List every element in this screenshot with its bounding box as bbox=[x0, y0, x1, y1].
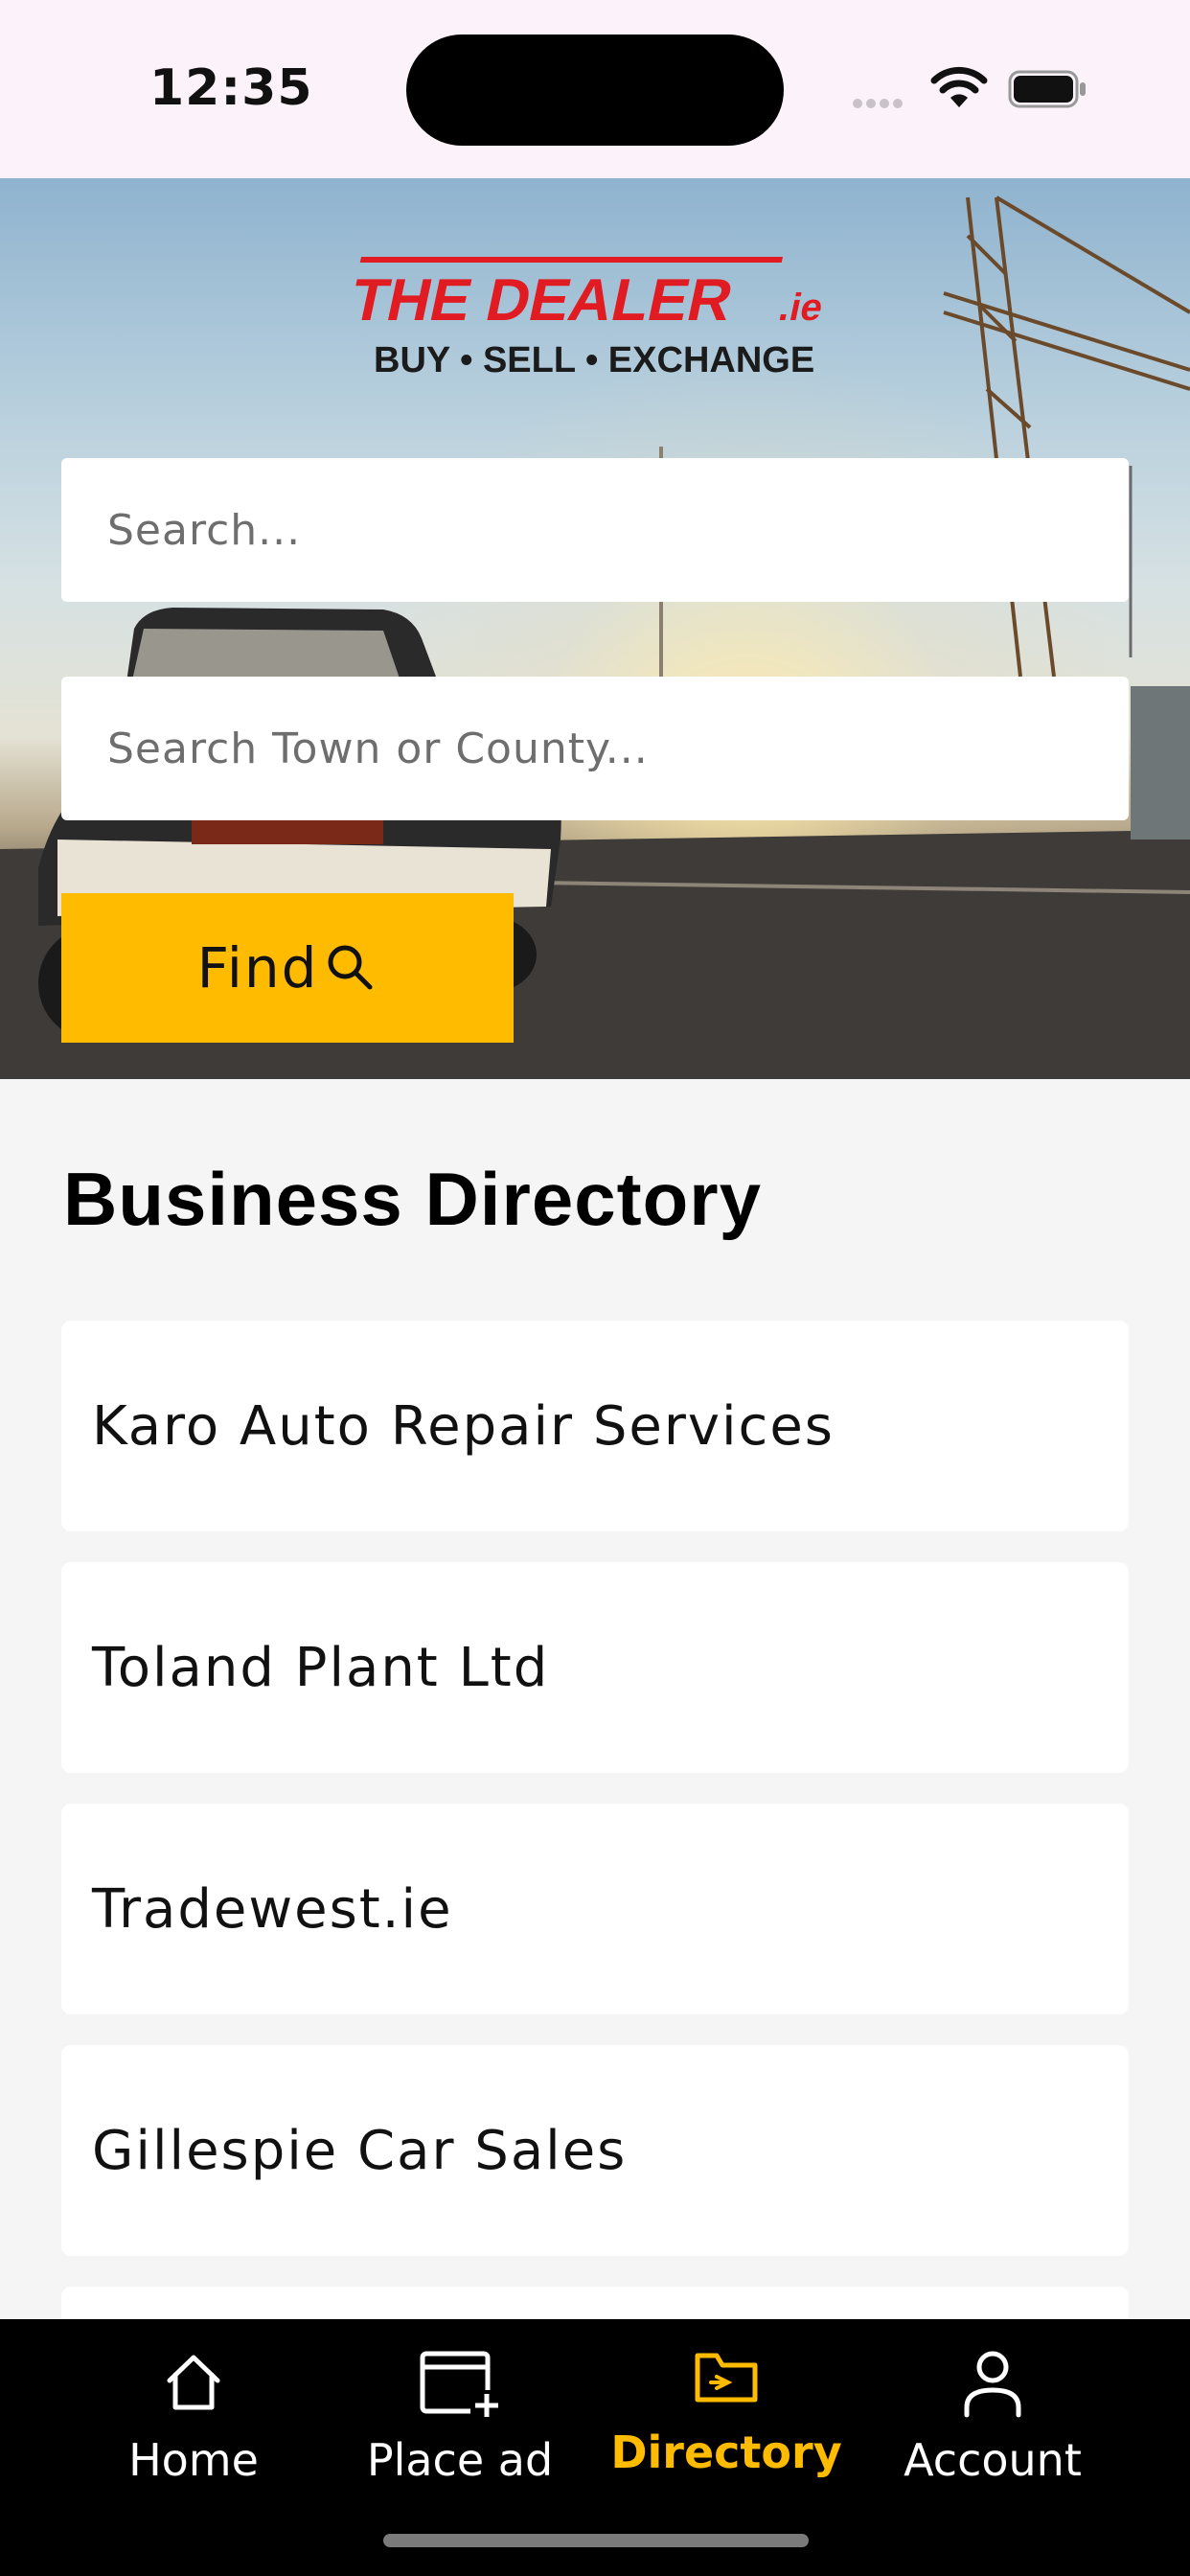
home-icon bbox=[167, 2355, 220, 2410]
page-title: Business Directory bbox=[63, 1157, 762, 1241]
tab-account[interactable]: Account bbox=[849, 2319, 1136, 2511]
business-name: Tradewest.ie bbox=[92, 1877, 453, 1941]
wifi-icon bbox=[930, 66, 988, 107]
tab-account-label: Account bbox=[904, 2434, 1082, 2486]
home-indicator bbox=[383, 2534, 809, 2547]
place-ad-icon bbox=[420, 2351, 503, 2421]
location-input[interactable] bbox=[61, 677, 1129, 820]
dynamic-island bbox=[406, 34, 784, 146]
directory-item[interactable]: Karo Auto Repair Services bbox=[61, 1321, 1129, 1531]
find-button[interactable]: Find bbox=[61, 893, 514, 1043]
tab-directory[interactable]: Directory bbox=[583, 2319, 870, 2511]
directory-icon bbox=[695, 2353, 758, 2403]
cellular-signal-icon bbox=[853, 96, 906, 113]
status-time: 12:35 bbox=[149, 59, 313, 117]
directory-item[interactable]: Toland Plant Ltd bbox=[61, 1562, 1129, 1773]
search-input[interactable] bbox=[61, 458, 1129, 602]
tab-directory-label: Directory bbox=[610, 2426, 842, 2478]
account-icon bbox=[964, 2351, 1021, 2418]
business-directory-list: Karo Auto Repair Services Toland Plant L… bbox=[61, 1321, 1129, 2319]
business-name: Gillespie Car Sales bbox=[92, 2119, 628, 2182]
logo-tagline: BUY • SELL • EXCHANGE bbox=[374, 340, 814, 378]
directory-item[interactable] bbox=[61, 2287, 1129, 2319]
tab-home-label: Home bbox=[128, 2434, 259, 2486]
search-icon bbox=[328, 945, 373, 990]
business-name: Karo Auto Repair Services bbox=[92, 1394, 835, 1458]
find-button-label: Find bbox=[196, 935, 319, 1000]
directory-item[interactable]: Gillespie Car Sales bbox=[61, 2045, 1129, 2256]
the-dealer-logo: THE DEALER .ie BUY • SELL • EXCHANGE bbox=[345, 257, 827, 378]
business-name: Toland Plant Ltd bbox=[92, 1636, 550, 1699]
directory-item[interactable]: Tradewest.ie bbox=[61, 1804, 1129, 2014]
logo-brand-text: THE DEALER bbox=[345, 267, 739, 334]
tab-place-ad[interactable]: Place ad bbox=[316, 2319, 604, 2511]
battery-icon bbox=[1008, 70, 1086, 108]
tab-place-ad-label: Place ad bbox=[366, 2434, 554, 2486]
status-bar: 12:35 bbox=[0, 0, 1190, 178]
logo-suffix-text: .ie bbox=[775, 285, 827, 328]
tab-home[interactable]: Home bbox=[50, 2319, 337, 2511]
